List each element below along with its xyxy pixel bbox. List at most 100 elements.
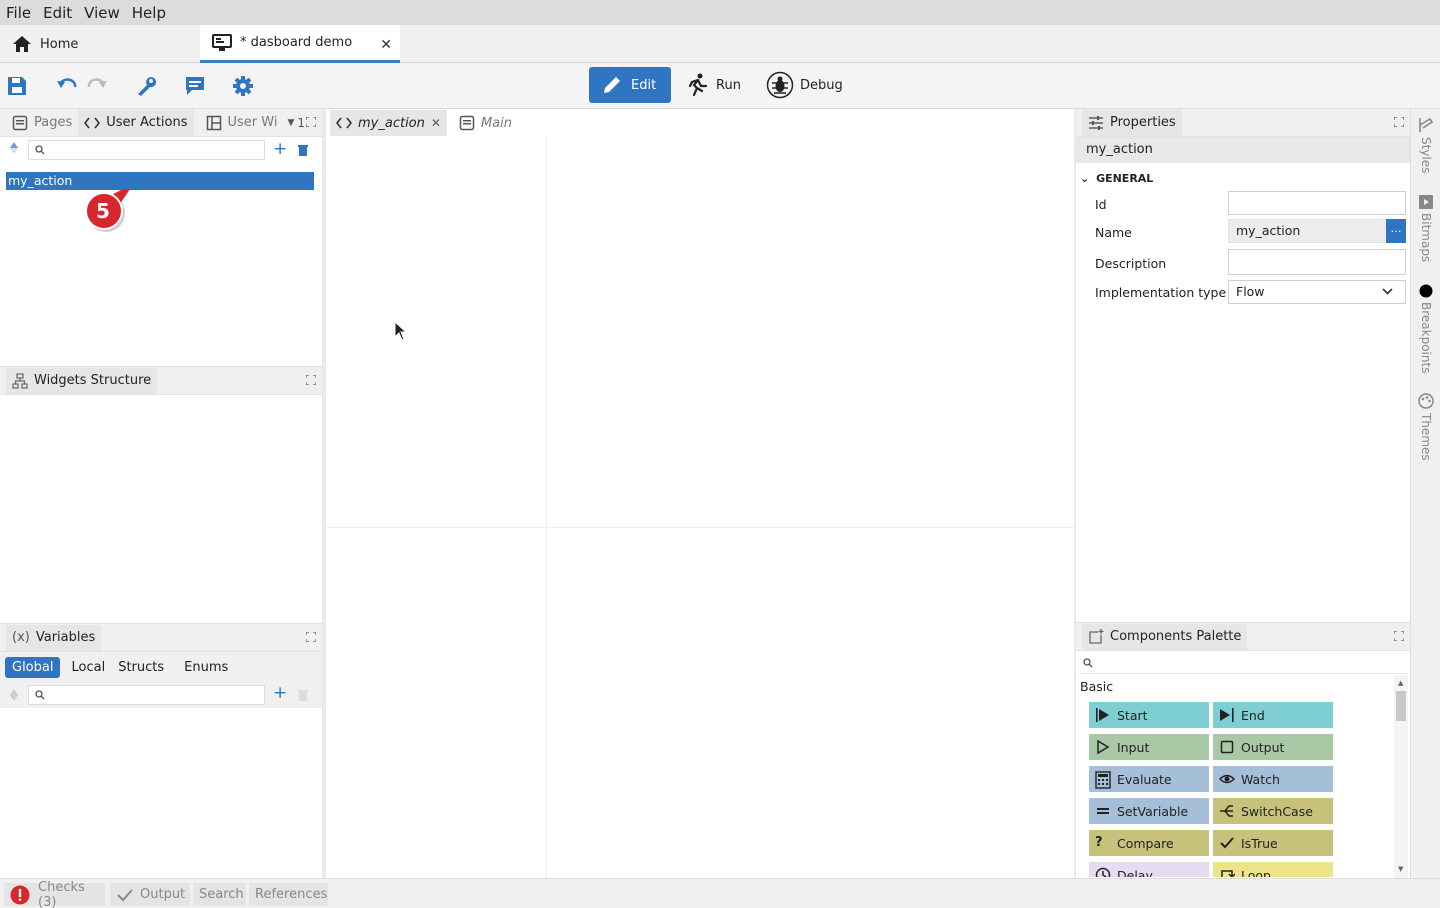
variables-search-input[interactable] <box>28 685 265 705</box>
edit-mode-button[interactable]: Edit <box>589 67 671 103</box>
checks-button[interactable]: Checks (3) <box>4 880 105 908</box>
tab-structs[interactable]: Structs <box>116 657 172 678</box>
side-tab-bitmaps[interactable]: Bitmaps <box>1412 195 1440 262</box>
palette-evaluate[interactable]: Evaluate <box>1089 766 1209 792</box>
side-tab-breakpoints[interactable]: Breakpoints <box>1412 284 1440 373</box>
add-component-icon <box>1088 628 1104 645</box>
description-field[interactable] <box>1228 249 1406 275</box>
tab-global[interactable]: Global <box>5 656 61 678</box>
palette-delay[interactable]: Delay <box>1089 862 1209 877</box>
name-field[interactable]: my_action <box>1228 219 1406 243</box>
run-mode-button[interactable]: Run <box>684 67 754 103</box>
actions-search-row: + <box>0 137 322 163</box>
palette-loop[interactable]: Loop <box>1213 862 1333 877</box>
tab-local[interactable]: Local <box>60 657 116 678</box>
maximize-icon[interactable] <box>1394 631 1404 641</box>
checkmark-icon <box>116 888 134 902</box>
variables-panel: (x) Variables Global Local Structs Enums… <box>0 623 322 878</box>
close-icon[interactable]: ✕ <box>380 37 392 53</box>
comment-icon[interactable] <box>184 75 206 97</box>
implementation-type-select[interactable]: Flow <box>1228 280 1406 304</box>
palette-setvariable[interactable]: SetVariable <box>1089 798 1209 824</box>
palette-start[interactable]: Start <box>1089 702 1209 728</box>
tab-components-palette[interactable]: Components Palette <box>1082 623 1248 650</box>
menu-help[interactable]: Help <box>126 4 172 22</box>
step-badge-number: 5 <box>96 199 110 223</box>
undo-icon[interactable] <box>56 75 78 97</box>
add-icon[interactable]: + <box>273 683 287 703</box>
step-badge: 5 <box>84 189 140 245</box>
menu-edit[interactable]: Edit <box>37 4 78 22</box>
tab-pages[interactable]: Pages <box>6 110 78 136</box>
name-more-button[interactable]: … <box>1386 219 1406 243</box>
sort-icon[interactable] <box>9 688 19 702</box>
tab-dashboard-demo[interactable]: * dasboard demo ✕ <box>200 25 400 63</box>
scrollbar-thumb[interactable] <box>1396 691 1406 721</box>
search-button[interactable]: Search <box>193 883 246 906</box>
palette-search-input[interactable] <box>1079 654 1407 674</box>
tabs-dropdown-icon[interactable]: ▼ <box>287 118 294 128</box>
palette-input[interactable]: Input <box>1089 734 1209 760</box>
scroll-down-icon[interactable]: ▼ <box>1398 865 1403 873</box>
side-tab-breakpoints-label: Breakpoints <box>1419 302 1433 374</box>
trash-icon[interactable] <box>298 144 308 156</box>
general-section-header[interactable]: ⌄ GENERAL <box>1080 172 1153 185</box>
tab-my-action[interactable]: my_action ✕ <box>330 110 447 136</box>
implementation-type-value: Flow <box>1236 284 1265 299</box>
tab-home-label: Home <box>40 36 79 52</box>
trash-icon[interactable] <box>298 689 308 701</box>
switch-icon <box>1219 803 1235 819</box>
chevron-down-icon: ⌄ <box>1080 172 1090 185</box>
side-tab-themes-label: Themes <box>1419 413 1433 461</box>
palette-scrollbar[interactable]: ▲ ▼ <box>1394 675 1408 879</box>
side-tab-themes[interactable]: Themes <box>1412 393 1440 461</box>
add-icon[interactable]: + <box>273 139 287 159</box>
palette-switchcase[interactable]: SwitchCase <box>1213 798 1333 824</box>
sort-icon[interactable] <box>9 141 19 155</box>
id-field[interactable] <box>1228 191 1406 215</box>
menu-file[interactable]: File <box>0 4 37 22</box>
palette-end[interactable]: End <box>1213 702 1333 728</box>
scroll-up-icon[interactable]: ▲ <box>1398 679 1403 687</box>
maximize-icon[interactable] <box>306 375 316 385</box>
maximize-icon[interactable] <box>1394 117 1404 127</box>
tab-user-actions-label: User Actions <box>106 115 188 130</box>
output-button[interactable]: Output <box>110 883 190 906</box>
debug-mode-button[interactable]: Debug <box>764 67 854 103</box>
palette-compare[interactable]: ? Compare <box>1089 830 1209 856</box>
tab-enums[interactable]: Enums <box>172 657 240 678</box>
chevron-down-icon <box>1382 288 1393 295</box>
input-icon <box>1095 739 1111 755</box>
redo-icon[interactable] <box>86 75 108 97</box>
palette-group-basic: Basic <box>1080 679 1114 694</box>
save-icon[interactable] <box>6 75 28 97</box>
menu-view[interactable]: View <box>78 4 126 22</box>
tab-user-widgets[interactable]: User Wi ▼ 1 <box>200 110 312 136</box>
document-tabs: Home * dasboard demo ✕ <box>0 25 1440 63</box>
actions-search-input[interactable] <box>28 140 265 160</box>
wrench-icon[interactable] <box>135 75 157 97</box>
tab-user-actions[interactable]: User Actions <box>78 109 194 136</box>
palette-header: Components Palette <box>1076 623 1410 651</box>
output-icon <box>1219 739 1235 755</box>
palette-loop-label: Loop <box>1241 867 1271 878</box>
list-item[interactable]: my_action <box>6 172 314 190</box>
references-button[interactable]: References <box>249 883 328 906</box>
gear-icon[interactable] <box>232 75 254 97</box>
monitor-icon <box>212 33 232 52</box>
tab-home[interactable]: Home <box>0 25 200 63</box>
maximize-icon[interactable] <box>306 632 316 642</box>
close-icon[interactable]: ✕ <box>431 116 441 130</box>
palette-watch[interactable]: Watch <box>1213 766 1333 792</box>
variables-search-row: + <box>0 682 322 708</box>
implementation-type-label: Implementation type <box>1095 285 1227 300</box>
tab-variables[interactable]: (x) Variables <box>6 624 102 651</box>
side-tab-styles[interactable]: Styles <box>1412 117 1440 173</box>
tab-properties[interactable]: Properties <box>1082 109 1182 136</box>
maximize-icon[interactable] <box>306 117 316 127</box>
palette-output[interactable]: Output <box>1213 734 1333 760</box>
tab-widgets-structure[interactable]: Widgets Structure <box>6 367 158 394</box>
palette-istrue[interactable]: IsTrue <box>1213 830 1333 856</box>
checkmark-icon <box>1219 835 1235 851</box>
tab-main[interactable]: Main <box>453 110 518 136</box>
